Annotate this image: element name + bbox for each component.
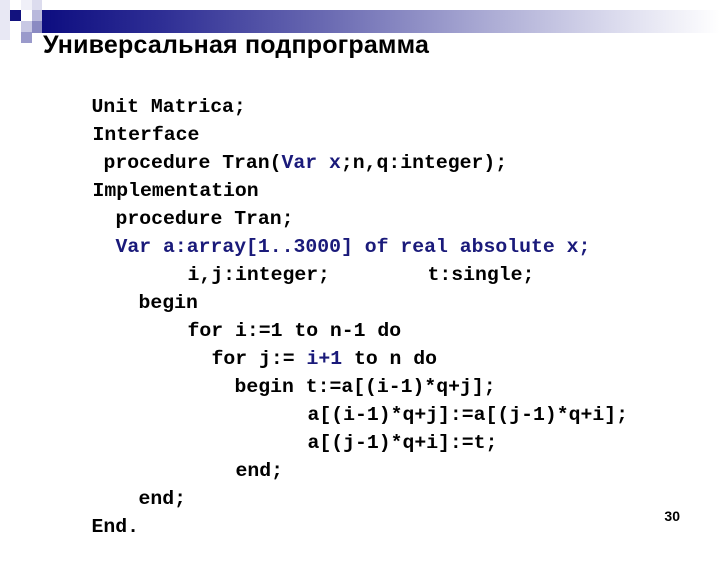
code-text: i,j:integer; — [187, 264, 330, 286]
decorative-square — [32, 21, 42, 33]
decorative-square — [21, 21, 32, 32]
code-text: a[(j-1)*q+i]:=t; — [307, 432, 498, 454]
code-text: t:single; — [427, 264, 535, 286]
code-line: a[(j-1)*q+i]:=t; — [260, 407, 497, 479]
decorative-square — [21, 32, 32, 43]
page-number: 30 — [664, 508, 680, 524]
decorative-square — [32, 10, 42, 21]
header-gradient-bar — [42, 10, 720, 33]
code-highlight: Var x — [281, 152, 341, 174]
code-text: end; — [235, 460, 283, 482]
code-text: ;n,q:integer); — [340, 152, 508, 174]
decorative-square — [0, 0, 10, 40]
decorative-square — [32, 0, 42, 10]
code-text: end; — [138, 488, 186, 510]
decorative-square — [21, 0, 32, 10]
code-line: End. — [44, 491, 139, 563]
decorative-square — [10, 10, 21, 21]
code-line: end; — [188, 435, 283, 507]
code-line: t:single; — [380, 239, 534, 311]
code-text: End. — [91, 516, 139, 538]
slide-title: Универсальная подпрограмма — [43, 31, 430, 59]
